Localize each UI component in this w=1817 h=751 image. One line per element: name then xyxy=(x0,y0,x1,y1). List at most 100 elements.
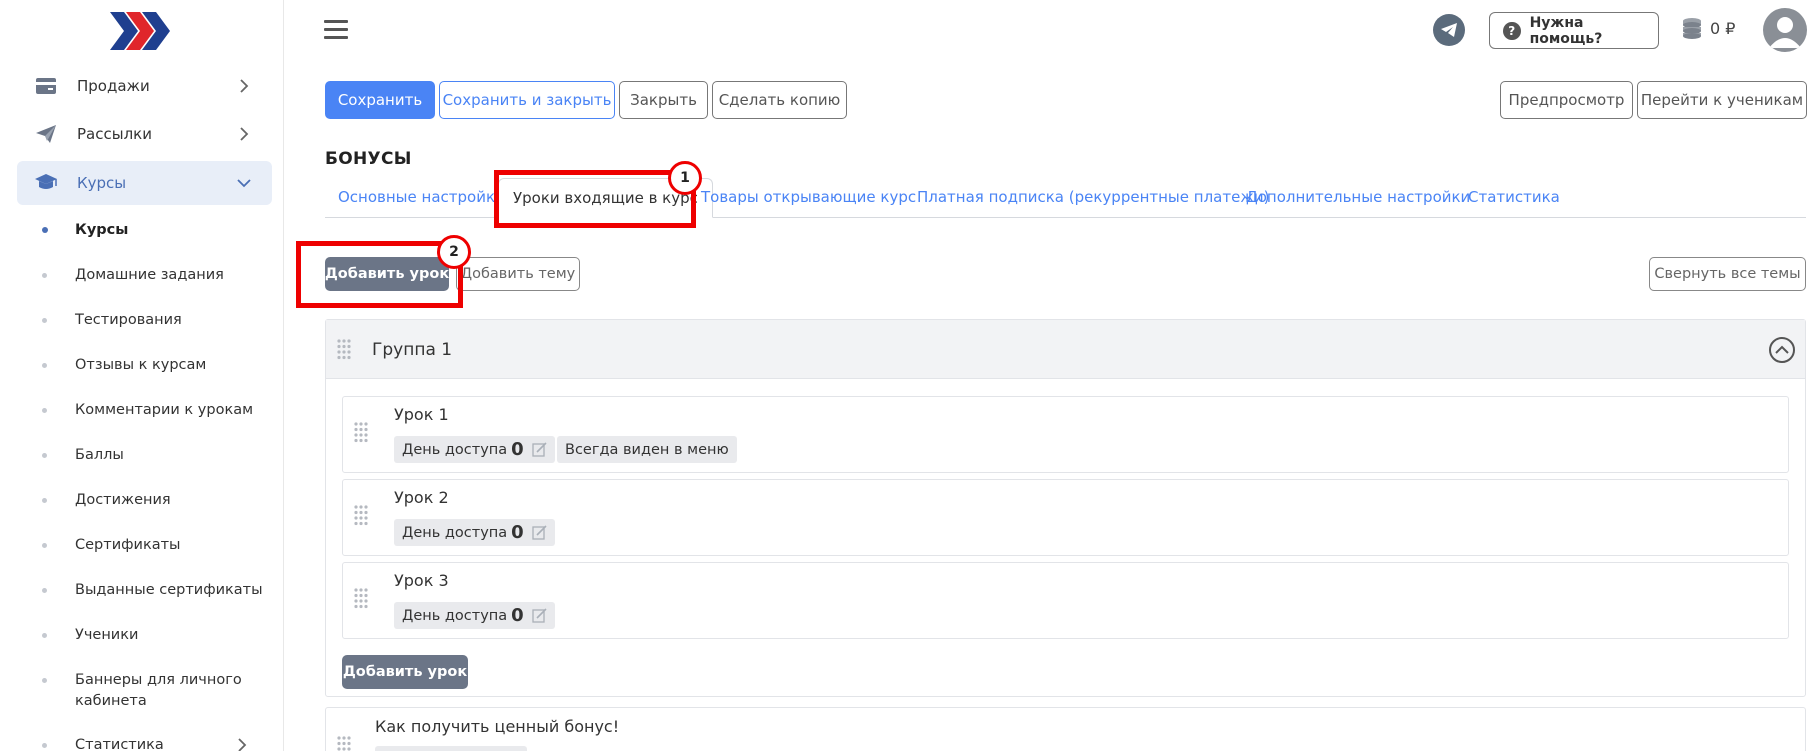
topic-group-title: Группа 1 xyxy=(372,340,453,360)
lesson-title[interactable]: Урок 2 xyxy=(394,488,449,507)
bullet-dot xyxy=(42,363,47,368)
sidebar-item-mailings[interactable]: Рассылки xyxy=(17,112,272,156)
sidebar-subitem-label: Баллы xyxy=(75,447,124,463)
coins-icon xyxy=(1683,18,1701,39)
menu-toggle-button[interactable] xyxy=(324,20,348,40)
bullet-dot xyxy=(42,318,47,323)
balance-value: 0 ₽ xyxy=(1710,18,1736,38)
chevron-right-icon xyxy=(240,127,249,141)
preview-button[interactable]: Предпросмотр xyxy=(1500,81,1633,119)
wallet-icon xyxy=(34,74,58,98)
collapse-group-button[interactable] xyxy=(1769,337,1795,363)
topic-group-header[interactable]: Группа 1 xyxy=(326,320,1805,379)
sidebar-item-courses[interactable]: Курсы xyxy=(17,161,272,205)
drag-handle-icon[interactable] xyxy=(354,505,368,527)
access-day-chip xyxy=(375,746,527,751)
drag-handle-icon[interactable] xyxy=(354,588,368,610)
sidebar-subitem-label: Сертификаты xyxy=(75,537,181,553)
topic-group: Группа 1 Урок 1 День доступа 0 Всегда ви… xyxy=(325,319,1806,697)
tab-subscription[interactable]: Платная подписка (рекуррентные платежи) xyxy=(917,188,1269,206)
always-visible-badge: Всегда виден в меню xyxy=(557,436,737,463)
access-day-value: 0 xyxy=(511,522,524,543)
lesson-title[interactable]: Урок 3 xyxy=(394,571,449,590)
bullet-dot xyxy=(42,453,47,458)
chevron-up-icon xyxy=(1775,345,1789,354)
hamburger-line xyxy=(324,28,348,31)
add-lesson-to-group-button[interactable]: Добавить урок xyxy=(342,655,468,689)
collapse-all-topics-button[interactable]: Свернуть все темы xyxy=(1649,257,1806,291)
bullet-dot xyxy=(42,543,47,548)
access-day-value: 0 xyxy=(511,605,524,626)
telegram-button[interactable] xyxy=(1433,14,1465,46)
go-to-students-button[interactable]: Перейти к ученикам xyxy=(1637,81,1807,119)
sidebar-subitem-label: Баннеры для личного кабинета xyxy=(75,672,242,709)
add-topic-button[interactable]: Добавить тему xyxy=(456,257,580,291)
access-day-label: День доступа xyxy=(402,441,508,458)
drag-handle-icon[interactable] xyxy=(354,422,368,444)
access-day-label: День доступа xyxy=(402,607,508,624)
sidebar-subitem-label: Домашние задания xyxy=(75,267,224,283)
callout-badge-1: 1 xyxy=(668,161,702,195)
brand-logo[interactable] xyxy=(110,12,172,50)
edit-icon[interactable] xyxy=(532,442,547,457)
paper-plane-icon xyxy=(34,122,58,146)
sidebar-item-label: Курсы xyxy=(77,174,127,192)
chevron-right-icon xyxy=(240,79,249,93)
topic-title[interactable]: Как получить ценный бонус! xyxy=(375,717,619,736)
tab-statistics[interactable]: Статистика xyxy=(1468,188,1560,206)
bullet-dot xyxy=(42,633,47,638)
help-button-label: Нужна помощь? xyxy=(1529,14,1603,47)
bullet-dot xyxy=(42,678,47,683)
sidebar-subitem-label: Выданные сертификаты xyxy=(75,582,263,598)
sidebar-item-label: Рассылки xyxy=(77,125,152,143)
sidebar-subitem-label: Тестирования xyxy=(75,312,182,328)
edit-icon[interactable] xyxy=(532,525,547,540)
close-button[interactable]: Закрыть xyxy=(619,81,708,119)
make-copy-button[interactable]: Сделать копию xyxy=(712,81,847,119)
chevron-right-icon xyxy=(238,738,247,751)
lesson-title[interactable]: Урок 1 xyxy=(394,405,449,424)
chevron-down-icon xyxy=(237,179,251,188)
access-day-chip: День доступа 0 xyxy=(394,519,555,546)
hamburger-line xyxy=(324,20,348,23)
hamburger-line xyxy=(324,36,348,39)
access-day-chip: День доступа 0 xyxy=(394,602,555,629)
page-title: БОНУСЫ xyxy=(325,149,412,169)
save-button[interactable]: Сохранить xyxy=(325,81,435,119)
tab-products[interactable]: Товары открывающие курс xyxy=(701,188,916,206)
graduation-cap-icon xyxy=(34,171,58,195)
telegram-icon xyxy=(1441,23,1457,37)
save-and-close-button[interactable]: Сохранить и закрыть xyxy=(439,81,615,119)
lesson-row[interactable]: Урок 3 День доступа 0 xyxy=(342,562,1789,639)
sidebar-subitem-label: Отзывы к курсам xyxy=(75,357,207,373)
avatar[interactable] xyxy=(1763,8,1807,52)
user-icon xyxy=(1769,17,1801,48)
bullet-dot xyxy=(42,743,47,748)
sidebar-item-label: Продажи xyxy=(77,77,150,95)
sidebar-subitem-label: Ученики xyxy=(75,627,139,643)
tab-main-settings[interactable]: Основные настройки xyxy=(338,188,505,206)
callout-badge-2: 2 xyxy=(437,235,471,269)
callout-highlight-1 xyxy=(494,170,696,228)
access-day-label: День доступа xyxy=(402,524,508,541)
sidebar-subitem-label: Достижения xyxy=(75,492,171,508)
drag-handle-icon[interactable] xyxy=(337,736,351,751)
sidebar-subitem-label: Комментарии к урокам xyxy=(75,402,254,418)
access-day-value: 0 xyxy=(511,439,524,460)
edit-icon[interactable] xyxy=(532,608,547,623)
lesson-row[interactable]: Урок 2 День доступа 0 xyxy=(342,479,1789,556)
help-button[interactable]: ? Нужна помощь? xyxy=(1489,12,1659,49)
sidebar-item-sales[interactable]: Продажи xyxy=(17,64,272,108)
bullet-dot xyxy=(42,588,47,593)
lesson-row[interactable]: Урок 1 День доступа 0 Всегда виден в мен… xyxy=(342,396,1789,473)
bullet-dot xyxy=(42,408,47,413)
topic-row[interactable]: Как получить ценный бонус! xyxy=(325,707,1806,751)
drag-handle-icon[interactable] xyxy=(337,339,351,361)
bullet-dot xyxy=(42,227,48,233)
access-day-chip: День доступа 0 xyxy=(394,436,555,463)
question-icon: ? xyxy=(1503,21,1521,40)
tab-additional-settings[interactable]: Дополнительные настройки xyxy=(1246,188,1470,206)
bullet-dot xyxy=(42,273,47,278)
sidebar: Продажи Рассылки Курсы Курсы Домашние за… xyxy=(0,0,284,751)
balance-display[interactable]: 0 ₽ xyxy=(1680,16,1735,40)
